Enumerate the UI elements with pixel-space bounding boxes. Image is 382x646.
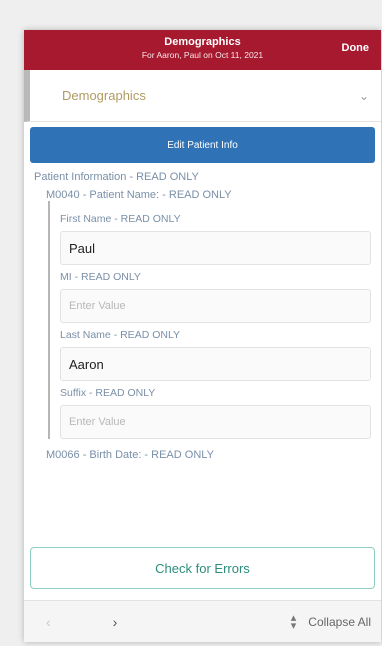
mi-label: MI - READ ONLY — [60, 271, 141, 283]
first-name-field[interactable]: Paul — [60, 231, 371, 265]
form-content: Patient Information - READ ONLY M0040 - … — [24, 163, 381, 461]
chevron-right-icon[interactable]: › — [113, 614, 118, 630]
footer-toolbar: ‹ › ▴ ▾ Collapse All — [24, 600, 381, 642]
header-bar: Demographics For Aaron, Paul on Oct 11, … — [24, 30, 381, 70]
patient-name-group-title: M0040 - Patient Name: - READ ONLY — [46, 189, 232, 201]
mi-field[interactable]: Enter Value — [60, 289, 371, 323]
check-for-errors-button[interactable]: Check for Errors — [30, 547, 375, 589]
done-button[interactable]: Done — [342, 42, 370, 54]
chevron-left-icon[interactable]: ‹ — [46, 614, 51, 630]
birth-date-group-title: M0066 - Birth Date: - READ ONLY — [46, 449, 214, 461]
section-demographics[interactable]: Demographics ⌄ — [24, 70, 381, 122]
edit-patient-info-button[interactable]: Edit Patient Info — [30, 127, 375, 163]
patient-information-title: Patient Information - READ ONLY — [34, 171, 199, 183]
chevron-down-icon: ⌄ — [358, 88, 369, 103]
last-name-field[interactable]: Aaron — [60, 347, 371, 381]
collapse-all-label: Collapse All — [308, 615, 371, 629]
header-subtitle: For Aaron, Paul on Oct 11, 2021 — [141, 50, 264, 60]
section-label: Demographics — [62, 88, 146, 103]
demographics-panel: Demographics For Aaron, Paul on Oct 11, … — [24, 30, 381, 642]
patient-name-group: M0040 - Patient Name: - READ ONLY First … — [46, 189, 371, 439]
last-name-label: Last Name - READ ONLY — [60, 329, 181, 341]
bottom-actions: Check for Errors — [24, 547, 381, 589]
suffix-field[interactable]: Enter Value — [60, 405, 371, 439]
suffix-label: Suffix - READ ONLY — [60, 387, 156, 399]
first-name-label: First Name - READ ONLY — [60, 213, 181, 225]
collapse-all-button[interactable]: ▴ ▾ Collapse All — [290, 612, 371, 632]
collapse-arrows-icon: ▴ ▾ — [290, 612, 297, 632]
header-title: Demographics — [164, 36, 241, 48]
patient-name-fields: First Name - READ ONLY Paul MI - READ ON… — [48, 201, 371, 439]
